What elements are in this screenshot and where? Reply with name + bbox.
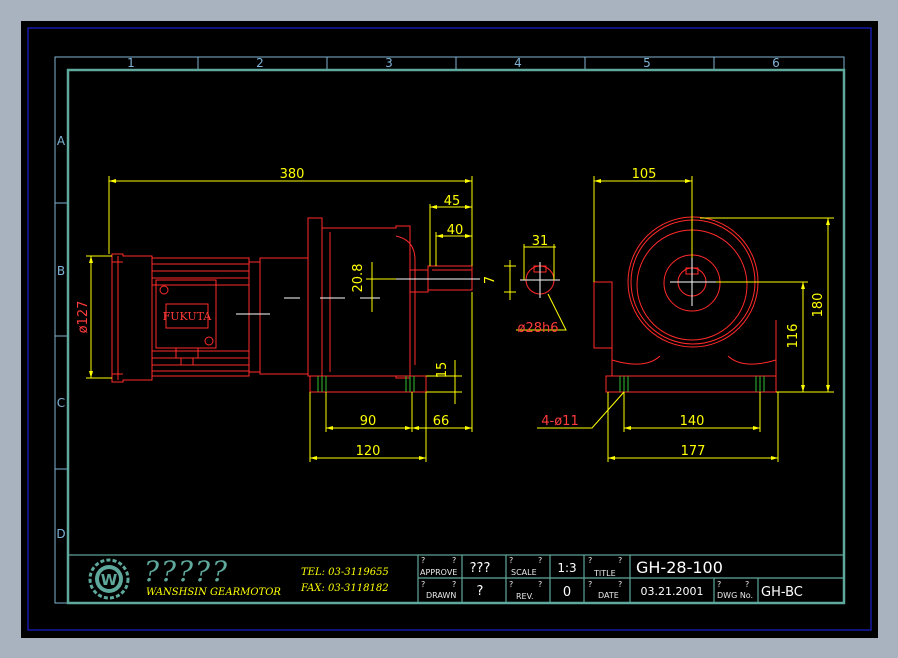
dim-40: 40 (447, 223, 464, 238)
drawn-label: DRAWN (426, 591, 456, 600)
grid-row-b: B (57, 264, 65, 278)
svg-text:?: ? (509, 580, 513, 589)
approve-label: APPROVE (420, 568, 457, 577)
dim-motor-dia: ø127 (76, 301, 91, 334)
grid-col-5: 5 (643, 56, 651, 70)
title-label: TITLE (593, 569, 616, 578)
dim-90: 90 (360, 414, 377, 429)
svg-text:W: W (101, 571, 118, 589)
scale-label: SCALE (511, 568, 537, 577)
company-name-cn: ????? (144, 555, 229, 588)
dim-shaft-dia: ø28h6 (517, 321, 558, 336)
dim-66: 66 (433, 414, 450, 429)
svg-text:?: ? (509, 556, 513, 565)
cad-drawing: 1 2 3 4 5 6 A B C D FUKUTA 380 45 40 20.… (0, 0, 898, 658)
dim-120: 120 (356, 444, 381, 459)
scale-value: 1:3 (557, 561, 576, 575)
dwg-label: DWG No. (717, 591, 753, 600)
drawing-canvas (21, 21, 878, 638)
drawn-value: ? (477, 584, 484, 599)
approve-value: ??? (470, 561, 491, 576)
dwg-value: GH-BC (761, 585, 803, 600)
rev-label: REV. (516, 592, 534, 601)
grid-col-6: 6 (772, 56, 780, 70)
dim-foot-holes: 4-ø11 (541, 414, 578, 429)
svg-text:?: ? (717, 580, 721, 589)
dim-15: 15 (435, 362, 450, 379)
dim-7: 7 (483, 276, 498, 284)
svg-text:?: ? (618, 556, 622, 565)
grid-col-4: 4 (514, 56, 522, 70)
svg-text:?: ? (421, 556, 425, 565)
dim-31: 31 (532, 234, 549, 249)
dim-177: 177 (681, 444, 706, 459)
svg-text:?: ? (421, 580, 425, 589)
title-value: GH-28-100 (636, 558, 723, 577)
date-label: DATE (598, 591, 619, 600)
grid-row-c: C (57, 396, 65, 410)
dim-20-8: 20.8 (351, 264, 366, 293)
grid-row-d: D (56, 527, 65, 541)
dim-45: 45 (444, 194, 461, 209)
svg-text:?: ? (452, 580, 456, 589)
grid-col-1: 1 (127, 56, 135, 70)
svg-text:?: ? (745, 580, 749, 589)
company-tel: TEL: 03-3119655 (301, 567, 389, 578)
svg-text:?: ? (588, 556, 592, 565)
svg-text:?: ? (618, 580, 622, 589)
company-fax: FAX: 03-3118182 (300, 583, 389, 594)
date-value: 03.21.2001 (641, 585, 704, 598)
dim-105: 105 (632, 167, 657, 182)
dim-180: 180 (811, 293, 826, 318)
grid-row-a: A (57, 134, 66, 148)
motor-label: FUKUTA (163, 310, 213, 323)
dim-140: 140 (680, 414, 705, 429)
svg-text:?: ? (538, 556, 542, 565)
svg-text:?: ? (588, 580, 592, 589)
grid-col-2: 2 (256, 56, 264, 70)
company-name: WANSHSIN GEARMOTOR (146, 587, 281, 598)
grid-col-3: 3 (385, 56, 393, 70)
dim-116: 116 (786, 324, 801, 349)
svg-text:?: ? (452, 556, 456, 565)
dim-380: 380 (280, 167, 305, 182)
rev-value: 0 (563, 585, 571, 600)
svg-text:?: ? (538, 580, 542, 589)
